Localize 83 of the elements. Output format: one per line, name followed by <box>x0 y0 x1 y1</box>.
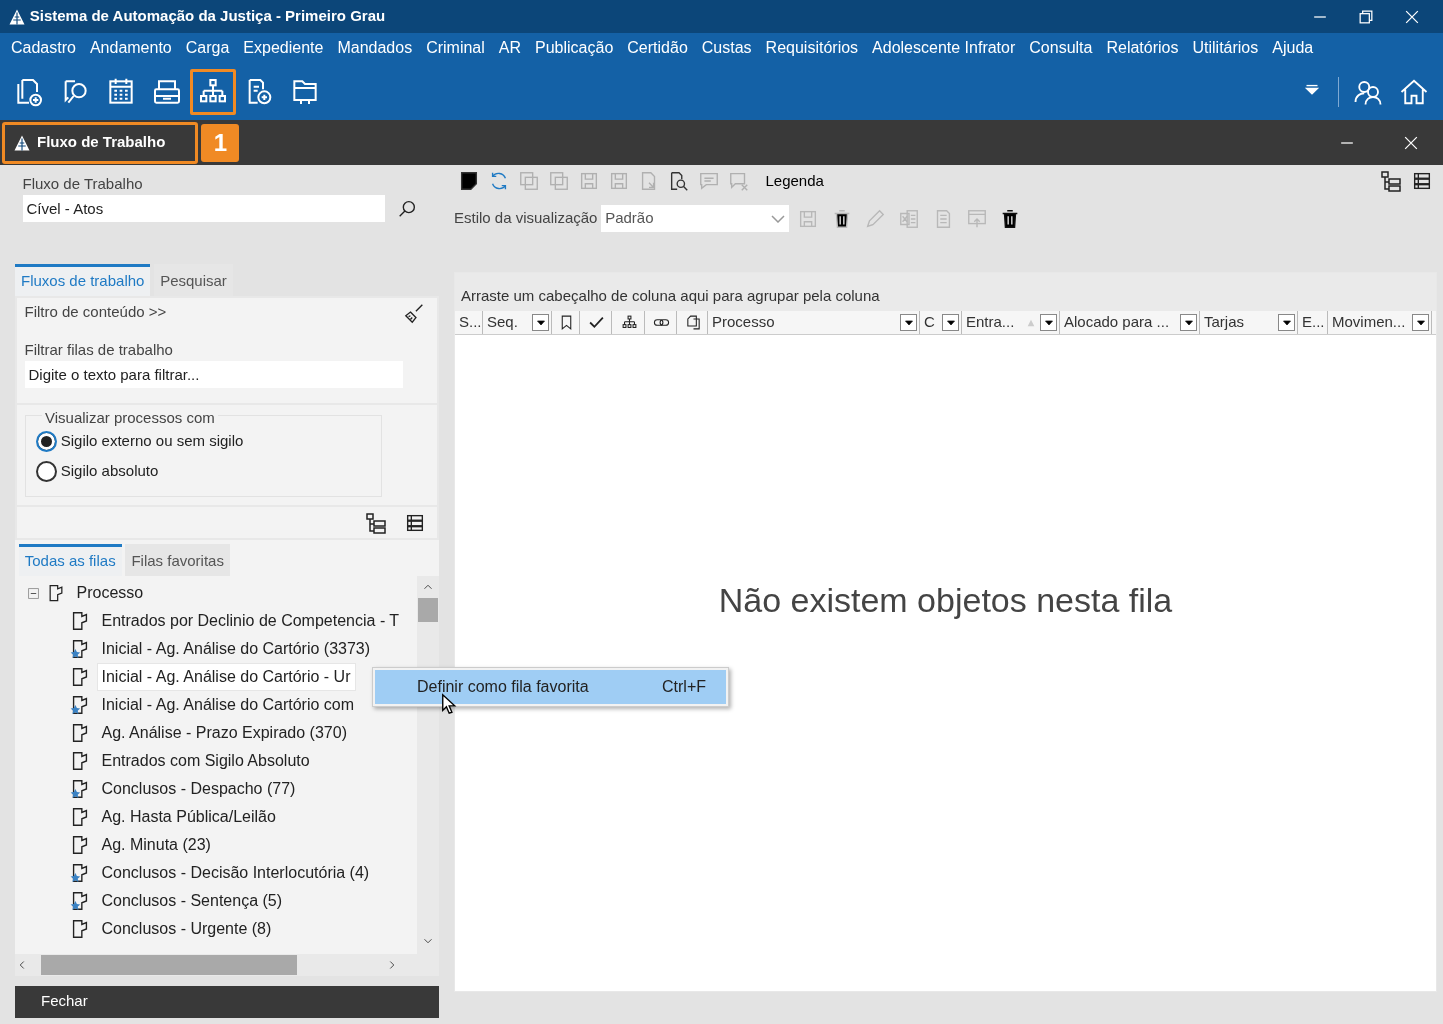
tree-item[interactable]: Ag. Minuta (23) <box>96 831 216 860</box>
window-tab[interactable]: Fluxo de Trabalho <box>2 121 199 164</box>
tree-item[interactable]: Processo <box>71 579 149 608</box>
logo-icon <box>13 133 31 152</box>
note-icon[interactable] <box>458 170 480 192</box>
caret-icon <box>771 214 786 223</box>
column-label: Movimen... <box>1332 312 1406 333</box>
radio-label: Sigilo absoluto <box>60 461 159 482</box>
column-label: Processo <box>712 312 775 333</box>
close-button[interactable]: Fechar <box>15 985 439 1018</box>
column-header[interactable]: Entra... <box>962 311 1060 334</box>
field-label: Filtrar filas de trabalho <box>23 339 174 360</box>
find-icon[interactable] <box>668 170 690 192</box>
menu-item[interactable]: Ajuda <box>1265 36 1321 60</box>
tree-item[interactable]: Ag. Hasta Pública/Leilão <box>96 803 281 832</box>
tree-item[interactable]: Conclusos - Despacho (77) <box>96 775 301 804</box>
shortcut-label: Ctrl+F <box>662 677 706 697</box>
tree-view-icon[interactable] <box>1379 169 1403 193</box>
view-style-select[interactable]: Padrão <box>601 205 790 232</box>
menu-item[interactable]: Consulta <box>1022 36 1100 60</box>
check-icon <box>588 314 605 331</box>
menu-item[interactable]: Expediente <box>236 36 331 60</box>
field-label: Estilo da visualização <box>454 208 598 229</box>
menu-item[interactable]: Certidão <box>620 36 695 60</box>
scrollbar-thumb[interactable] <box>41 954 297 975</box>
legend-button[interactable]: Legenda <box>761 169 828 193</box>
column-label: Seq. <box>487 312 518 333</box>
radio-button[interactable] <box>36 461 57 482</box>
tree-item[interactable]: Inicial - Ag. Análise do Cartório com <box>96 691 360 720</box>
tab[interactable]: Filas favoritas <box>125 544 230 576</box>
menu-item[interactable]: Definir como fila favorita Ctrl+F <box>375 670 726 704</box>
tree-item[interactable]: Entrados com Sigilo Absoluto <box>96 747 315 776</box>
menu-item[interactable]: Carga <box>178 36 237 60</box>
tab[interactable]: Todas as filas <box>18 544 122 576</box>
tree-view-icon[interactable] <box>364 510 388 535</box>
tree-item[interactable]: Ag. Análise - Prazo Expirado (370) <box>96 719 352 748</box>
filter-toggle[interactable]: Filtro de conteúdo >> <box>24 301 167 324</box>
menu-label: Definir como fila favorita <box>417 677 589 697</box>
radio-button[interactable] <box>36 431 57 452</box>
column-label: Tarjas <box>1204 312 1244 333</box>
column-header[interactable]: Seq. <box>483 311 552 334</box>
callout-badge: 1 <box>201 123 240 162</box>
hierarchy-icon <box>620 314 638 331</box>
empty-message: Não existem objetos nesta fila <box>717 580 1174 621</box>
tree-item[interactable]: Conclusos - Decisão Interlocutória (4) <box>96 859 375 888</box>
list-view-icon[interactable] <box>1411 170 1433 192</box>
menu-item[interactable]: Requisitórios <box>758 36 866 60</box>
column-header[interactable]: Processo <box>708 311 920 334</box>
menu-item[interactable]: Utilitários <box>1185 36 1266 60</box>
field-label: Fluxo de Trabalho <box>21 173 144 194</box>
column-label: Alocado para ... <box>1064 312 1170 333</box>
menu-item[interactable]: Custas <box>694 36 759 60</box>
group-hint: Arraste um cabeçalho de coluna aqui para agrupar pela coluna <box>455 273 1436 311</box>
tree-item[interactable]: Conclusos - Sentença (5) <box>96 887 288 916</box>
tree-item[interactable]: Entrados por Declinio de Competencia - T <box>96 607 405 636</box>
collapse-icon[interactable] <box>26 586 40 600</box>
column-header[interactable]: C <box>920 311 962 334</box>
menu-item[interactable]: Andamento <box>82 36 179 60</box>
tab[interactable]: Fluxos de trabalho <box>15 264 151 296</box>
tree-item[interactable]: Conclusos - Urgente (8) <box>96 915 277 944</box>
column-header[interactable]: Movimen... <box>1328 311 1432 334</box>
menu-item[interactable]: Relatórios <box>1099 36 1186 60</box>
column-label: Entra... <box>966 312 1015 333</box>
scrollbar-thumb[interactable] <box>418 597 438 622</box>
workflow-field[interactable]: Cível - Atos <box>22 195 385 222</box>
menu-item[interactable]: Cadastro <box>4 36 83 60</box>
menu-item[interactable]: AR <box>491 36 529 60</box>
radio-label: Sigilo externo ou sem sigilo <box>60 431 244 452</box>
filter-field[interactable]: Digite o texto para filtrar... <box>24 361 403 389</box>
menu-item[interactable]: Adolescente Infrator <box>865 36 1023 60</box>
column-header[interactable]: Tarjas <box>1200 311 1298 334</box>
copy-icon <box>684 314 702 331</box>
column-header[interactable]: Alocado para ... <box>1060 311 1200 334</box>
menu-item[interactable]: Mandados <box>330 36 420 60</box>
logo-icon <box>8 7 26 26</box>
menu-item[interactable]: Criminal <box>419 36 492 60</box>
column-label: C <box>924 312 935 333</box>
tree-item[interactable]: Inicial - Ag. Análise do Cartório (3373) <box>96 635 376 664</box>
select-value: Padrão <box>605 208 654 229</box>
menu-item[interactable]: Publicação <box>528 36 621 60</box>
horizontal-scrollbar[interactable] <box>15 953 439 976</box>
tree-item[interactable]: Inicial - Ag. Análise do Cartório - Ur <box>96 663 356 692</box>
window-title: Sistema de Automação da Justiça - Primeiro Grau <box>29 6 386 27</box>
